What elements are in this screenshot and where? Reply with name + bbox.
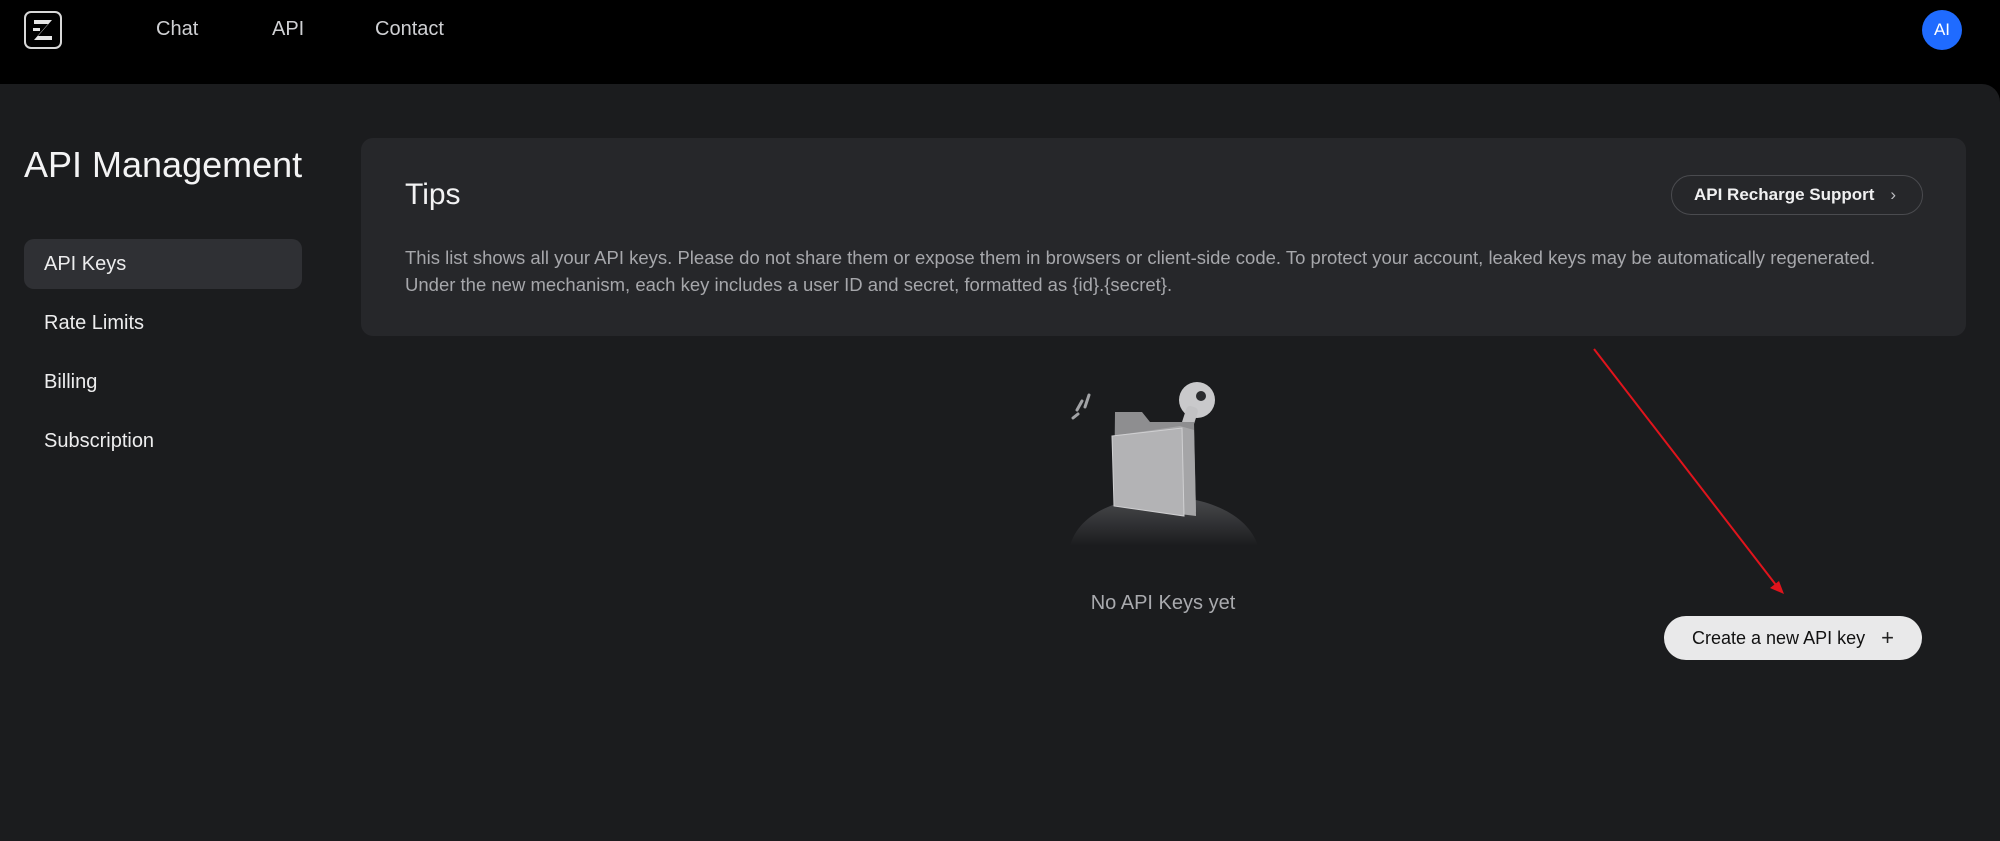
empty-state-text: No API Keys yet bbox=[1090, 592, 1236, 614]
user-avatar[interactable]: AI bbox=[1922, 10, 1962, 50]
create-api-key-button[interactable]: Create a new API key + bbox=[1664, 616, 1922, 660]
tips-line-1: This list shows all your API keys. Pleas… bbox=[405, 247, 1876, 268]
page-title: API Management bbox=[24, 144, 303, 185]
chevron-right-icon: › bbox=[1890, 185, 1896, 204]
nav-contact-link[interactable]: Contact bbox=[375, 18, 444, 41]
folder-key-icon bbox=[1070, 382, 1258, 546]
main-content: API Management API Keys Rate Limits Bill… bbox=[0, 84, 2000, 841]
sidebar-item-subscription[interactable]: Subscription bbox=[24, 416, 302, 466]
plus-icon: + bbox=[1881, 625, 1894, 650]
create-button-label: Create a new API key bbox=[1692, 628, 1866, 648]
tips-line-2: Under the new mechanism, each key includ… bbox=[405, 274, 1173, 295]
nav-api-link[interactable]: API bbox=[272, 18, 304, 41]
api-recharge-support-button[interactable]: API Recharge Support › bbox=[1671, 175, 1923, 215]
top-navbar: Chat API Contact AI bbox=[0, 0, 2000, 84]
tips-description: This list shows all your API keys. Pleas… bbox=[405, 244, 1945, 298]
sidebar-item-billing[interactable]: Billing bbox=[24, 357, 302, 407]
tips-card: Tips API Recharge Support › This list sh… bbox=[361, 138, 1966, 336]
z-logo-icon[interactable] bbox=[24, 11, 62, 49]
tips-title: Tips bbox=[405, 178, 461, 211]
sidebar-item-rate-limits[interactable]: Rate Limits bbox=[24, 298, 302, 348]
recharge-button-label: API Recharge Support bbox=[1694, 185, 1875, 204]
sidebar-item-api-keys[interactable]: API Keys bbox=[24, 239, 302, 289]
nav-chat-link[interactable]: Chat bbox=[156, 18, 198, 41]
